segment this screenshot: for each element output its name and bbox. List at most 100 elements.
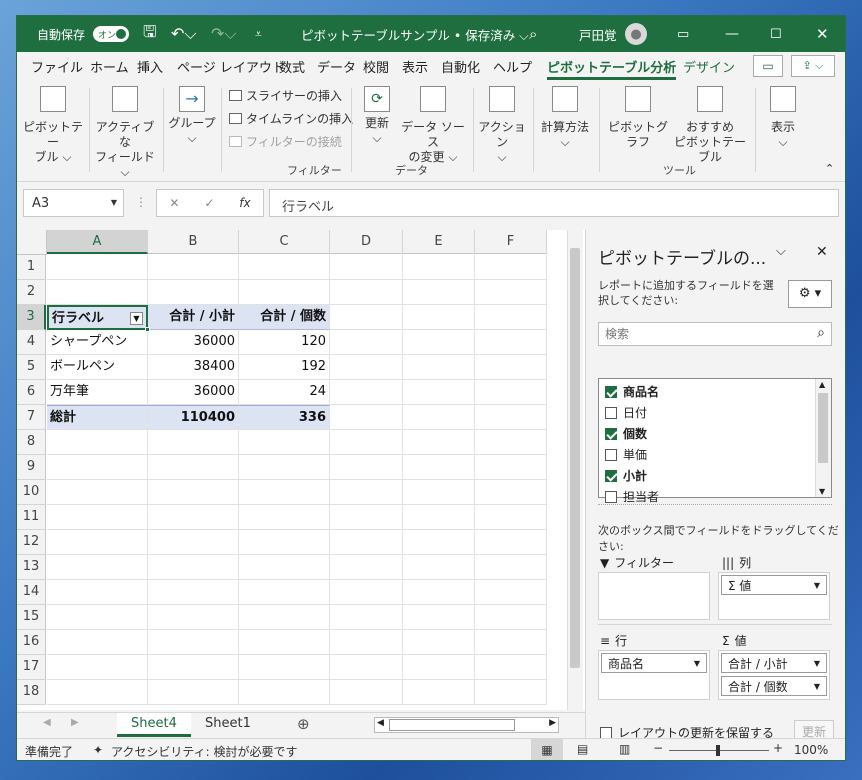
cell[interactable] [330, 480, 403, 505]
field-search-input[interactable] [605, 324, 805, 344]
field-scroll-up-icon[interactable]: ▲ [819, 380, 825, 389]
row-header-14[interactable]: 14 [17, 580, 46, 605]
insert-slicer-button[interactable]: スライサーの挿入 [229, 87, 342, 104]
field-checkbox[interactable] [605, 469, 617, 482]
columns-area[interactable]: Σ 値 ▼ [718, 572, 830, 620]
cell[interactable] [148, 480, 239, 505]
share-icon[interactable]: ⇪ ⌵ [791, 55, 835, 77]
cell[interactable] [239, 480, 330, 505]
cell[interactable] [330, 305, 403, 330]
cell[interactable] [47, 430, 148, 455]
cell[interactable] [148, 255, 239, 280]
collapse-ribbon-icon[interactable]: ⌃ [825, 162, 834, 175]
cell[interactable] [239, 605, 330, 630]
row-header-17[interactable]: 17 [17, 655, 46, 680]
cell[interactable] [403, 405, 475, 430]
cell[interactable] [330, 255, 403, 280]
cell[interactable] [475, 480, 547, 505]
cell[interactable] [403, 680, 475, 705]
cell[interactable] [47, 655, 148, 680]
normal-view-icon[interactable]: ▦ [531, 739, 563, 760]
field-checkbox[interactable] [605, 427, 617, 440]
cell[interactable] [239, 655, 330, 680]
pivot-row-label[interactable]: シャープペン [47, 330, 148, 355]
cell[interactable] [148, 430, 239, 455]
group-button[interactable]: → グループ ⌵ [167, 86, 217, 146]
zoom-slider-thumb[interactable] [716, 745, 720, 756]
cell[interactable] [403, 255, 475, 280]
tab-insert[interactable]: 挿入 [137, 57, 163, 76]
column-header-F[interactable]: F [475, 230, 547, 254]
cell[interactable] [239, 630, 330, 655]
redo-icon[interactable]: ↷⌵ [211, 16, 237, 52]
cell[interactable] [475, 605, 547, 630]
row-header-16[interactable]: 16 [17, 630, 46, 655]
tab-pivottable-analyze[interactable]: ピボットテーブル分析 [547, 57, 677, 80]
cell[interactable] [475, 505, 547, 530]
cell[interactable] [148, 530, 239, 555]
cell[interactable] [330, 680, 403, 705]
cell[interactable] [475, 280, 547, 305]
cell[interactable] [239, 255, 330, 280]
column-header-E[interactable]: E [403, 230, 475, 254]
show-button[interactable]: 表示 ⌵ [761, 86, 805, 150]
horizontal-scrollbar[interactable]: ◀ ▶ [374, 717, 559, 733]
cell[interactable] [475, 555, 547, 580]
pivot-value[interactable]: 38400 [148, 355, 239, 380]
cell[interactable] [475, 680, 547, 705]
scroll-right-icon[interactable]: ▶ [549, 718, 556, 728]
pivot-value[interactable]: 24 [239, 380, 330, 405]
save-icon[interactable]: 🖫 [143, 16, 157, 52]
field-scroll-down-icon[interactable]: ▼ [819, 487, 825, 496]
cell[interactable] [330, 530, 403, 555]
pivot-sum-subtotal-header[interactable]: 合計 / 小計 [148, 305, 239, 330]
insert-function-icon[interactable]: fx [239, 196, 250, 210]
scroll-left-icon[interactable]: ◀ [377, 718, 384, 728]
maximize-icon[interactable]: ☐ [770, 16, 782, 52]
cell[interactable] [403, 430, 475, 455]
tab-formulas[interactable]: 数式 [279, 57, 305, 76]
field-checkbox[interactable] [605, 490, 617, 503]
cell[interactable] [239, 280, 330, 305]
row-header-1[interactable]: 1 [17, 255, 46, 280]
zoom-out-icon[interactable]: − [653, 741, 663, 755]
cell[interactable] [148, 455, 239, 480]
active-field-button[interactable]: アクティブな フィールド ⌵ [93, 86, 157, 180]
cell[interactable] [47, 255, 148, 280]
columns-values-item[interactable]: Σ 値 ▼ [721, 575, 827, 595]
pivot-grand-total-value[interactable]: 336 [239, 405, 330, 430]
field-search[interactable]: ⌕ [598, 322, 832, 346]
column-header-D[interactable]: D [330, 230, 403, 254]
cell[interactable] [239, 555, 330, 580]
cell[interactable] [47, 555, 148, 580]
row-header-12[interactable]: 12 [17, 530, 46, 555]
row-header-11[interactable]: 11 [17, 505, 46, 530]
cell[interactable] [239, 455, 330, 480]
row-header-3[interactable]: 3 [17, 305, 46, 330]
cell[interactable] [330, 580, 403, 605]
cell[interactable] [330, 380, 403, 405]
cell[interactable] [148, 580, 239, 605]
cell[interactable] [475, 655, 547, 680]
tab-review[interactable]: 校閲 [363, 57, 389, 76]
tab-view[interactable]: 表示 [402, 57, 428, 76]
close-icon[interactable]: ✕ [816, 16, 829, 52]
field-list-scrollbar[interactable]: ▲ ▼ [815, 379, 831, 497]
cell[interactable] [47, 455, 148, 480]
add-sheet-icon[interactable]: ⊕ [297, 715, 310, 733]
cell[interactable] [475, 580, 547, 605]
refresh-button[interactable]: ⟳ 更新 ⌵ [357, 86, 397, 146]
cell[interactable] [403, 580, 475, 605]
pivot-row-label[interactable]: ボールペン [47, 355, 148, 380]
cell[interactable] [330, 280, 403, 305]
scroll-prev-sheet-icon[interactable]: ◀ [43, 717, 51, 728]
row-header-5[interactable]: 5 [17, 355, 46, 380]
cell[interactable] [330, 505, 403, 530]
qat-customize-icon[interactable]: ⩡ [255, 16, 262, 52]
cell[interactable] [330, 430, 403, 455]
cell[interactable] [403, 605, 475, 630]
column-header-C[interactable]: C [239, 230, 330, 254]
cell[interactable] [148, 655, 239, 680]
field-checkbox[interactable] [605, 448, 617, 461]
pivotchart-button[interactable]: ピボットグラフ [603, 86, 673, 150]
